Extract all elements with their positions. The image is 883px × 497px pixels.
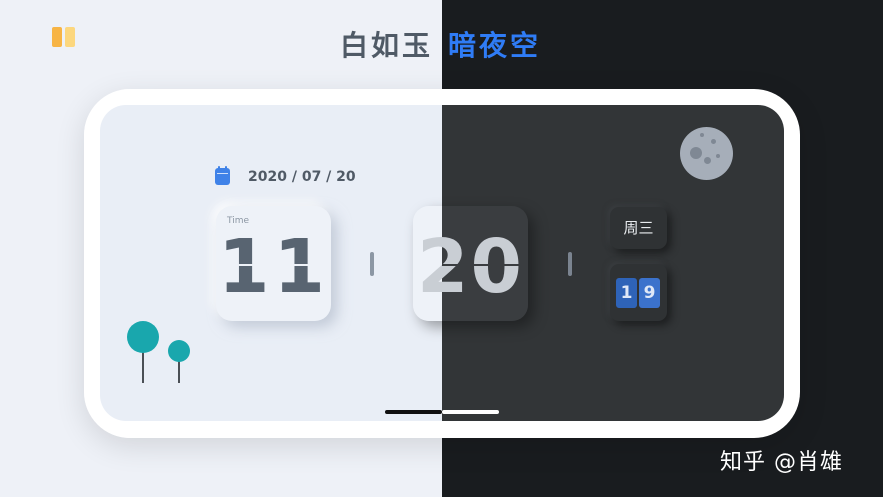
hour-value: 11 bbox=[218, 224, 329, 310]
minute-card: 20 bbox=[413, 206, 528, 321]
home-indicator-light[interactable] bbox=[385, 410, 442, 414]
day-tile: 1 9 bbox=[610, 264, 667, 321]
date-label: 2020 / 07 / 20 bbox=[248, 169, 356, 185]
minute-value: 20 bbox=[417, 224, 524, 310]
day-digit-2: 9 bbox=[639, 278, 660, 308]
weekday-chip: 周三 bbox=[610, 207, 667, 249]
day-digit-1: 1 bbox=[616, 278, 637, 308]
theme-logo-icon bbox=[52, 27, 78, 49]
zhihu-watermark: 知乎 @肖雄 bbox=[720, 450, 843, 475]
hour-card: Time 11 bbox=[216, 206, 331, 321]
date-separator bbox=[568, 252, 572, 276]
calendar-icon bbox=[215, 166, 230, 185]
home-indicator-dark[interactable] bbox=[442, 410, 499, 414]
moon-icon bbox=[680, 127, 733, 180]
light-theme-title: 白如玉 bbox=[339, 29, 433, 62]
dark-theme-title: 暗夜空 bbox=[448, 29, 542, 62]
time-separator bbox=[370, 252, 374, 276]
